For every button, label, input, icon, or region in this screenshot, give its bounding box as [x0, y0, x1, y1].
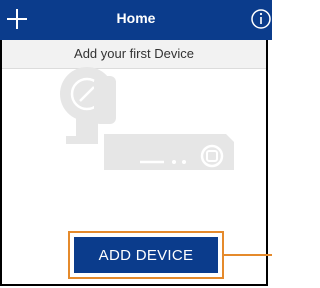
- app-header: Home: [0, 0, 272, 40]
- info-icon: [251, 9, 271, 29]
- add-device-button[interactable]: ADD DEVICE: [74, 237, 218, 273]
- callout-line: [224, 254, 272, 256]
- subtitle-bar: Add your first Device: [2, 40, 266, 69]
- add-device-highlight: ADD DEVICE: [68, 231, 224, 279]
- page-title: Home: [116, 10, 156, 26]
- subtitle-text: Add your first Device: [74, 46, 194, 61]
- camera-and-recorder-illustration: [60, 67, 234, 170]
- info-button[interactable]: [248, 7, 272, 31]
